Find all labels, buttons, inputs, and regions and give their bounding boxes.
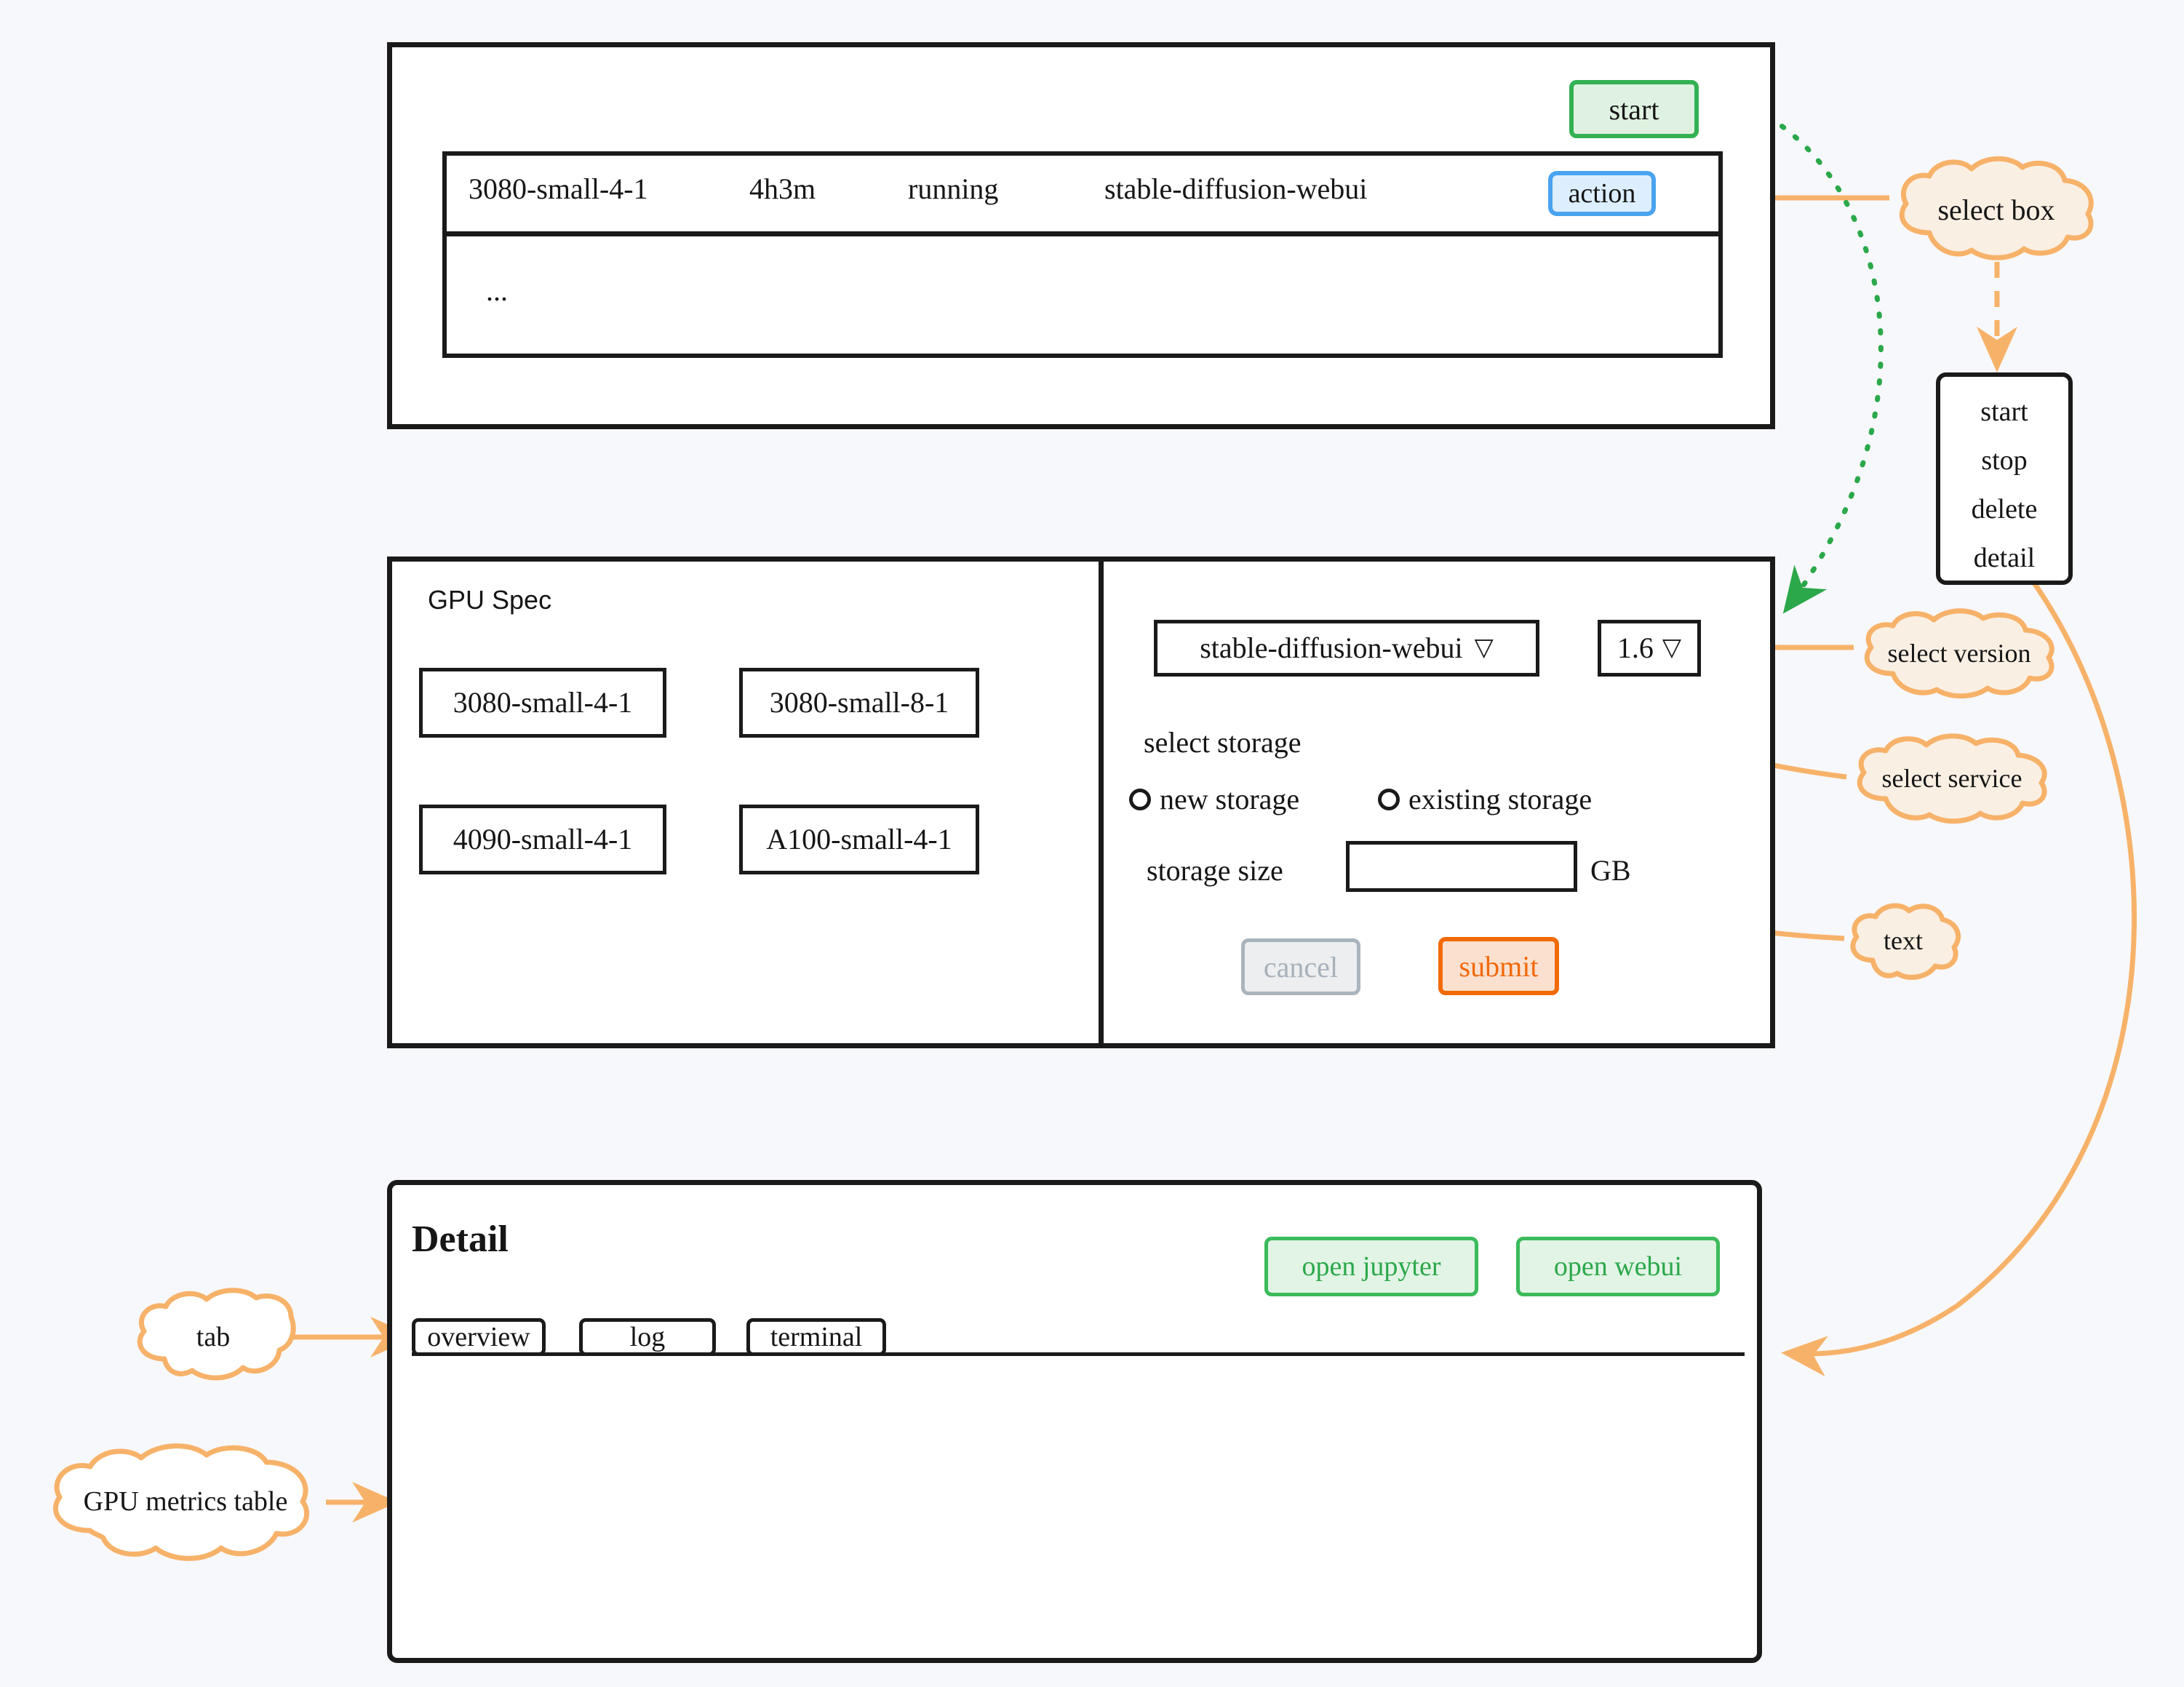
annotation-select-box: select box <box>1887 156 2105 262</box>
annotation-text: text <box>1844 901 1963 981</box>
service-select[interactable]: stable-diffusion-webui ▽ <box>1154 620 1539 677</box>
start-button[interactable]: start <box>1569 80 1699 138</box>
annotation-gpu-metrics-table: GPU metrics table <box>45 1443 326 1561</box>
existing-storage-label[interactable]: existing storage <box>1408 784 1592 815</box>
tab-log-label: log <box>629 1322 666 1352</box>
annotation-select-version: select version <box>1852 608 2066 699</box>
version-select[interactable]: 1.6 ▽ <box>1598 620 1701 677</box>
storage-size-unit: GB <box>1590 854 1631 887</box>
new-storage-radio[interactable] <box>1129 789 1151 810</box>
storage-size-input[interactable] <box>1346 841 1577 892</box>
open-jupyter-button[interactable]: open jupyter <box>1264 1237 1478 1296</box>
table-cell-service: stable-diffusion-webui <box>1104 172 1368 205</box>
tab-terminal-label: terminal <box>770 1322 863 1352</box>
tab-terminal[interactable]: terminal <box>746 1318 886 1356</box>
existing-storage-radio[interactable] <box>1378 789 1400 810</box>
tab-overview[interactable]: overview <box>412 1318 546 1356</box>
storage-size-input-field[interactable] <box>1350 845 1574 888</box>
table-row-divider <box>442 231 1723 236</box>
detail-panel-title: Detail <box>412 1219 509 1260</box>
detail-body <box>412 1357 1745 1648</box>
diagram-canvas: start 3080-small-4-1 4h3m running stable… <box>0 0 2184 1687</box>
gpu-spec-option-label: A100-small-4-1 <box>766 823 952 856</box>
cancel-button[interactable]: cancel <box>1241 938 1360 995</box>
cancel-button-label: cancel <box>1263 950 1339 984</box>
tab-overview-label: overview <box>427 1322 530 1352</box>
chevron-down-icon: ▽ <box>1474 634 1494 661</box>
action-button[interactable]: action <box>1548 171 1656 216</box>
open-jupyter-label: open jupyter <box>1302 1251 1441 1282</box>
service-select-value: stable-diffusion-webui <box>1200 631 1463 664</box>
table-cell-spec: 3080-small-4-1 <box>469 172 648 205</box>
create-panel-divider <box>1099 557 1104 1048</box>
submit-button-label: submit <box>1459 949 1539 983</box>
table-more-indicator: ... <box>486 274 508 307</box>
storage-size-label: storage size <box>1147 854 1283 887</box>
action-button-label: action <box>1568 178 1636 209</box>
gpu-spec-option-3080-small-8-1[interactable]: 3080-small-8-1 <box>739 668 979 738</box>
gpu-spec-option-3080-small-4-1[interactable]: 3080-small-4-1 <box>419 668 666 738</box>
action-menu-item-delete[interactable]: delete <box>1954 494 2055 525</box>
action-menu-item-start[interactable]: start <box>1954 396 2055 427</box>
submit-button[interactable]: submit <box>1438 937 1559 995</box>
action-menu-item-detail[interactable]: detail <box>1954 543 2055 573</box>
select-storage-label: select storage <box>1144 726 1302 759</box>
new-storage-label[interactable]: new storage <box>1160 784 1299 815</box>
version-select-value: 1.6 <box>1617 631 1654 664</box>
tab-log[interactable]: log <box>579 1318 716 1356</box>
chevron-down-icon: ▽ <box>1662 634 1682 661</box>
open-webui-label: open webui <box>1553 1251 1683 1282</box>
action-menu-item-stop[interactable]: stop <box>1954 445 2055 476</box>
start-button-label: start <box>1609 92 1659 126</box>
gpu-spec-option-label: 3080-small-8-1 <box>769 686 949 719</box>
table-cell-uptime: 4h3m <box>749 172 816 205</box>
gpu-spec-title: GPU Spec <box>428 585 552 615</box>
annotation-select-service: select service <box>1845 733 2059 824</box>
gpu-spec-option-a100-small-4-1[interactable]: A100-small-4-1 <box>739 805 979 874</box>
gpu-spec-option-label: 3080-small-4-1 <box>453 686 633 719</box>
table-cell-status: running <box>908 172 999 205</box>
annotation-tab: tab <box>129 1288 297 1385</box>
gpu-spec-option-4090-small-4-1[interactable]: 4090-small-4-1 <box>419 805 666 874</box>
open-webui-button[interactable]: open webui <box>1516 1237 1720 1296</box>
gpu-spec-option-label: 4090-small-4-1 <box>453 823 633 856</box>
